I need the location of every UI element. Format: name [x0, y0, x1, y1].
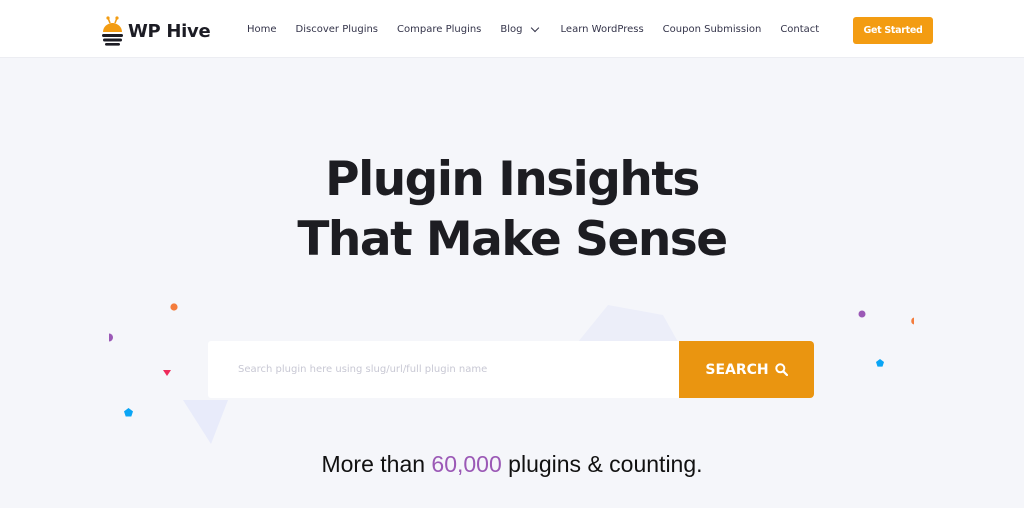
- hero-title-line-2: That Make Sense: [297, 212, 728, 267]
- nav-item-discover-plugins[interactable]: Discover Plugins: [296, 24, 379, 35]
- hero-title-line-1: Plugin Insights: [325, 152, 700, 207]
- nav-item-blog-label: Blog: [500, 24, 523, 35]
- nav-item-contact[interactable]: Contact: [780, 24, 819, 35]
- decor-half-circle-purple: [109, 333, 113, 342]
- brand-name: WP Hive: [128, 20, 211, 42]
- get-started-button[interactable]: Get Started: [853, 17, 933, 44]
- nav-item-learn-wordpress[interactable]: Learn WordPress: [561, 24, 644, 35]
- decor-triangle-red: [163, 370, 171, 376]
- search-button-label: SEARCH: [705, 361, 769, 378]
- search-icon: [774, 363, 788, 376]
- nav-item-home[interactable]: Home: [247, 24, 277, 35]
- tagline-suffix: plugins & counting.: [501, 451, 703, 477]
- decor-half-circle-orange: [911, 317, 914, 325]
- decor-dot-orange: [170, 303, 178, 311]
- tagline-prefix: More than: [321, 451, 432, 477]
- hero-title: Plugin Insights That Make Sense: [0, 150, 1024, 270]
- nav-item-coupon-submission[interactable]: Coupon Submission: [663, 24, 762, 35]
- search-button[interactable]: SEARCH: [679, 341, 814, 398]
- brand-logo[interactable]: WP Hive: [101, 16, 211, 46]
- site-header: WP Hive Home Discover Plugins Compare Pl…: [0, 0, 1024, 58]
- decor-pentagon-cyan: [876, 359, 884, 367]
- decor-triangle-left: [183, 400, 228, 444]
- decor-polygon-top: [578, 305, 678, 342]
- plugin-search-input[interactable]: [208, 341, 679, 398]
- plugin-search-form: SEARCH: [208, 341, 814, 398]
- plugin-count-tagline: More than 60,000 plugins & counting.: [0, 451, 1024, 478]
- main-nav: Home Discover Plugins Compare Plugins Bl…: [247, 23, 838, 35]
- nav-item-compare-plugins[interactable]: Compare Plugins: [397, 24, 481, 35]
- hive-logo-icon: [102, 16, 123, 46]
- plugin-count: 60,000: [431, 451, 502, 477]
- nav-item-blog[interactable]: Blog: [500, 23, 539, 35]
- chevron-down-icon: [530, 23, 539, 32]
- decor-dot-purple: [858, 310, 866, 318]
- decor-pentagon-blue: [124, 408, 133, 417]
